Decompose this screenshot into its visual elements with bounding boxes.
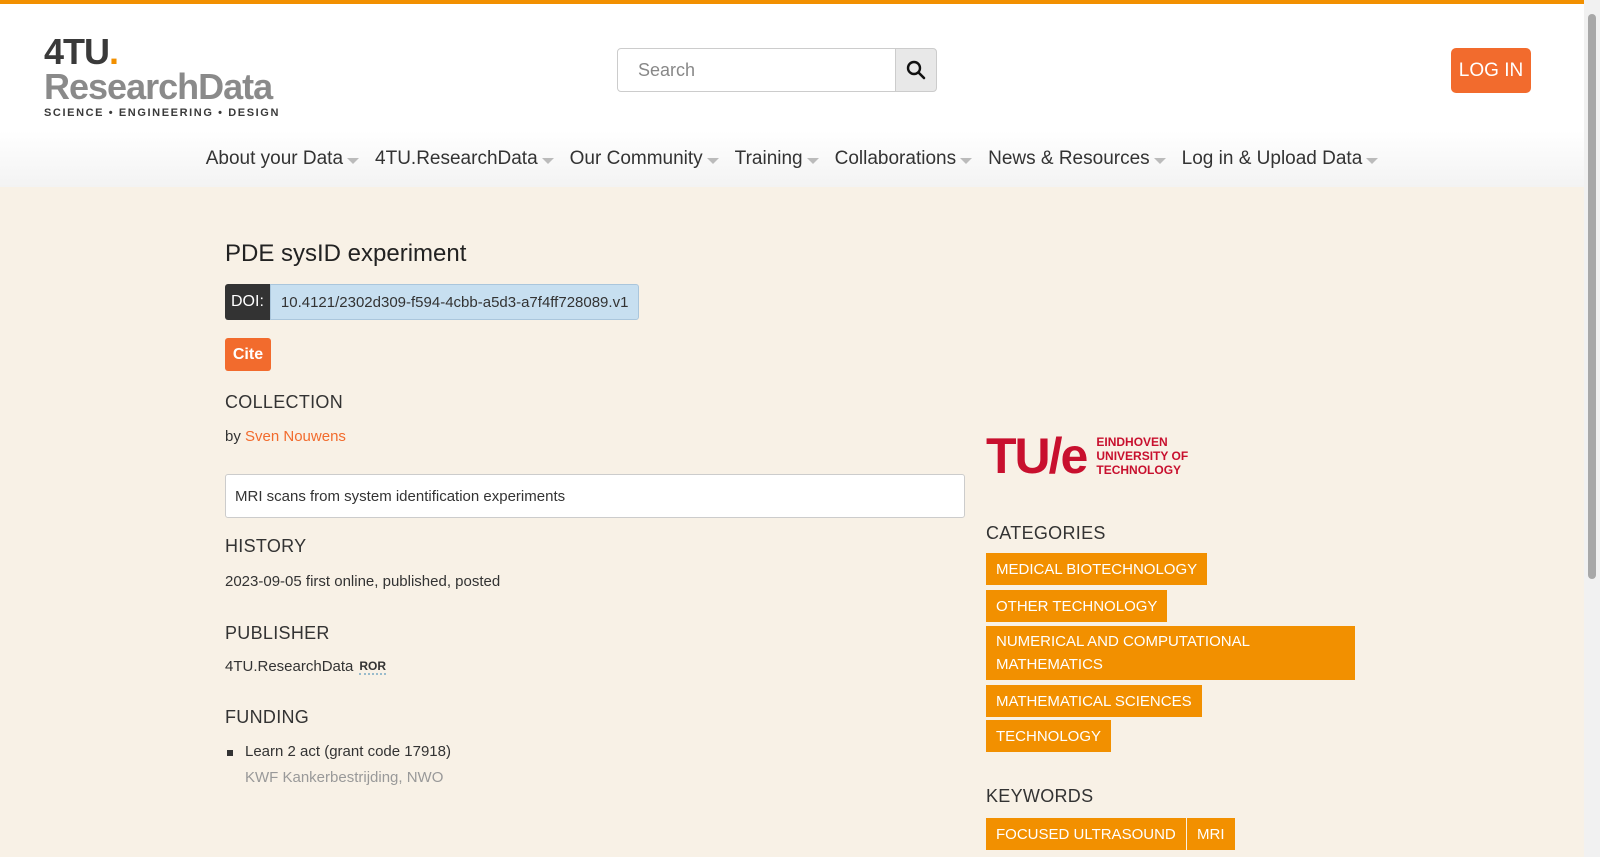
institution-logo[interactable]: TU/e EINDHOVEN UNIVERSITY OF TECHNOLOGY [986, 428, 1189, 484]
publisher-name: 4TU.ResearchData [225, 658, 354, 675]
keywords-heading: KEYWORDS [986, 786, 1094, 806]
nav-item-news-resources[interactable]: News & Resources [988, 148, 1166, 170]
list-bullet [227, 750, 233, 756]
login-button[interactable]: LOG IN [1451, 48, 1531, 93]
search-icon [906, 60, 926, 80]
tue-logo-mark: TU/e [986, 428, 1088, 484]
nav-item-our-community[interactable]: Our Community [570, 148, 719, 170]
category-tag[interactable]: NUMERICAL AND COMPUTATIONAL MATHEMATICS [986, 626, 1355, 680]
caret-down-icon [806, 157, 819, 164]
caret-down-icon [1153, 157, 1166, 164]
collection-description: MRI scans from system identification exp… [225, 474, 965, 518]
caret-down-icon [541, 157, 554, 164]
cite-button[interactable]: Cite [225, 338, 271, 371]
nav-item-training[interactable]: Training [735, 148, 819, 170]
category-tag[interactable]: MATHEMATICAL SCIENCES [986, 685, 1202, 717]
dataset-main: PDE sysID experiment DOI: 10.4121/2302d3… [225, 240, 965, 786]
history-text: 2023-09-05 first online, published, post… [225, 573, 501, 590]
caret-down-icon [1366, 157, 1379, 164]
caret-down-icon [960, 157, 973, 164]
institution-line3: TECHNOLOGY [1096, 463, 1182, 477]
nav-item-4tu-researchdata[interactable]: 4TU.ResearchData [375, 148, 554, 170]
doi-label: DOI: [225, 284, 270, 320]
category-tag[interactable]: OTHER TECHNOLOGY [986, 590, 1168, 622]
search-input[interactable] [617, 48, 896, 92]
site-logo[interactable]: 4TU. ResearchData SCIENCE • ENGINEERING … [44, 34, 294, 129]
caret-down-icon [347, 157, 360, 164]
publisher-heading: PUBLISHER [225, 623, 330, 643]
keyword-tag[interactable]: FOCUSED ULTRASOUND [986, 818, 1186, 850]
funding-funders: KWF Kankerbestrijding, NWO [245, 769, 444, 786]
main-nav: About your Data 4TU.ResearchData Our Com… [0, 131, 1584, 187]
nav-item-about-your-data[interactable]: About your Data [206, 148, 360, 170]
scrollbar-thumb[interactable] [1588, 14, 1596, 579]
institution-line1: EINDHOVEN [1096, 435, 1168, 449]
by-prefix: by [225, 428, 241, 445]
funding-item: Learn 2 act (grant code 17918) [245, 743, 451, 760]
publisher-line: 4TU.ResearchData ROR [225, 658, 387, 675]
categories-heading: CATEGORIES [986, 523, 1106, 543]
category-tag[interactable]: MEDICAL BIOTECHNOLOGY [986, 553, 1208, 585]
caret-down-icon [706, 157, 719, 164]
site-header: 4TU. ResearchData SCIENCE • ENGINEERING … [0, 4, 1584, 187]
collection-heading: COLLECTION [225, 392, 344, 412]
category-tag[interactable]: TECHNOLOGY [986, 720, 1112, 752]
search-form [617, 48, 937, 92]
search-button[interactable] [895, 48, 937, 92]
logo-tagline: SCIENCE • ENGINEERING • DESIGN [44, 107, 281, 119]
scrollbar[interactable] [1584, 0, 1600, 857]
nav-item-login-upload[interactable]: Log in & Upload Data [1182, 148, 1379, 170]
collection-byline: by Sven Nouwens [225, 428, 346, 445]
doi-value[interactable]: 10.4121/2302d309-f594-4cbb-a5d3-a7f4ff72… [269, 284, 640, 320]
author-link[interactable]: Sven Nouwens [245, 428, 346, 445]
page-title: PDE sysID experiment [225, 240, 467, 267]
logo-line2: ResearchData [44, 66, 273, 107]
doi-badge: DOI: 10.4121/2302d309-f594-4cbb-a5d3-a7f… [225, 284, 640, 320]
history-heading: HISTORY [225, 536, 307, 556]
institution-line2: UNIVERSITY OF [1096, 449, 1189, 463]
keyword-tag[interactable]: MRI [1187, 818, 1235, 850]
funding-heading: FUNDING [225, 707, 310, 727]
ror-icon[interactable]: ROR [359, 659, 387, 675]
nav-item-collaborations[interactable]: Collaborations [835, 148, 973, 170]
